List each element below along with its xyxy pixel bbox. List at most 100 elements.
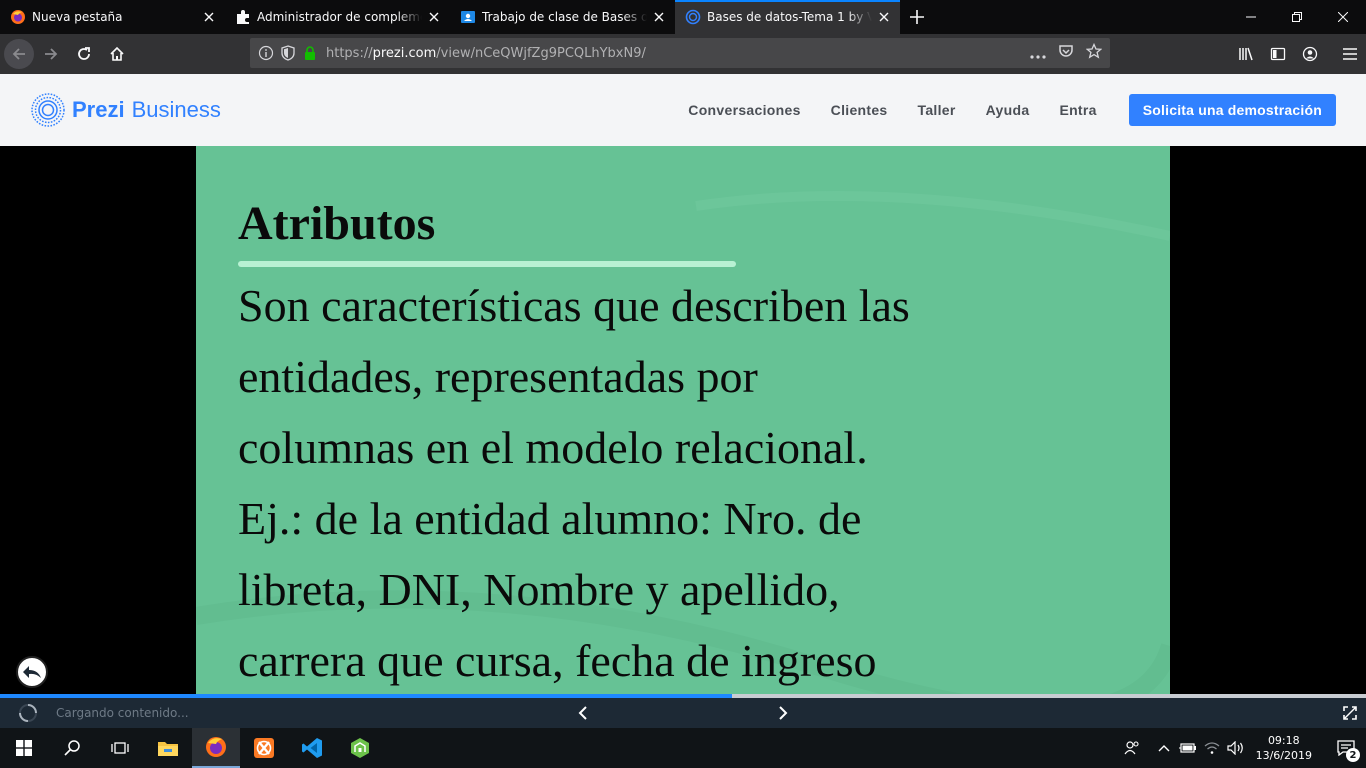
presentation-stage: Atributos Son características que descri… [0,146,1366,694]
info-icon[interactable] [258,45,274,61]
tab-administrador-complementos[interactable]: Administrador de complementos [225,0,450,34]
search-icon [64,740,80,756]
chevron-up-icon [1158,745,1170,752]
slide-line: Ej.: de la entidad alumno: Nro. de [238,493,862,544]
task-view-button[interactable] [96,728,144,768]
title-underline [238,261,736,267]
brand-name: Prezi [72,97,125,122]
search-button[interactable] [48,728,96,768]
action-center-button[interactable]: 2 [1326,728,1366,768]
account-icon [1302,46,1318,62]
tab-bases-de-datos-tema-1[interactable]: Bases de datos-Tema 1 by Víctor [675,0,900,34]
sidebar-button[interactable] [1262,38,1294,70]
close-window-button[interactable] [1320,0,1366,34]
reload-icon [78,47,90,60]
nav-clientes[interactable]: Clientes [831,102,888,118]
tab-nueva-pestana[interactable]: Nueva pestaña [0,0,225,34]
page-actions-icon[interactable] [1030,44,1046,63]
tab-label: Trabajo de clase de Bases de Datos [482,10,647,24]
taskbar-xampp[interactable] [240,728,288,768]
menu-button[interactable] [1334,38,1366,70]
tab-trabajo-de-clase[interactable]: Trabajo de clase de Bases de Datos [450,0,675,34]
loading-text: Cargando contenido... [56,706,189,720]
previous-step-button[interactable] [573,703,593,723]
puzzle-icon [235,9,251,25]
url-bar[interactable]: https://prezi.com/view/nCeQWjfZg9PCQLhYb… [250,38,1110,68]
bookmark-star-icon[interactable] [1085,42,1103,63]
return-arrow-icon [23,666,41,678]
back-arrow-icon [12,48,25,60]
library-icon [1239,47,1253,61]
prezi-nav: Conversaciones Clientes Taller Ayuda Ent… [688,74,1366,146]
fullscreen-icon [1343,706,1357,720]
url-actions [1030,42,1103,63]
slide-line: carrera que cursa, fecha de ingreso [238,635,877,686]
nav-ayuda[interactable]: Ayuda [986,102,1030,118]
nav-entra[interactable]: Entra [1059,102,1096,118]
people-icon [1124,741,1139,755]
restore-icon [1292,12,1302,22]
nav-conversaciones[interactable]: Conversaciones [688,102,800,118]
slide-line: libreta, DNI, Nombre y apellido, [238,564,840,615]
forward-button[interactable] [35,38,67,70]
lock-icon[interactable] [302,45,318,61]
request-demo-button[interactable]: Solicita una demostración [1128,94,1336,126]
close-icon[interactable] [651,9,667,25]
fullscreen-button[interactable] [1340,703,1360,723]
battery-icon [1178,743,1196,753]
show-hidden-icons-button[interactable] [1152,728,1176,768]
slide[interactable]: Atributos Son características que descri… [196,146,1170,694]
library-button[interactable] [1230,38,1262,70]
loading-spinner-icon [19,704,37,722]
taskbar-vscode[interactable] [288,728,336,768]
new-tab-button[interactable] [900,0,934,34]
close-icon[interactable] [426,9,442,25]
nav-taller[interactable]: Taller [918,102,956,118]
prezi-business-logo[interactable]: Prezi Business [30,92,221,128]
return-button[interactable] [16,656,48,688]
taskbar-firefox[interactable] [192,728,240,768]
tab-label: Administrador de complementos [257,10,422,24]
file-explorer-icon [158,742,178,756]
url-text[interactable]: https://prezi.com/view/nCeQWjfZg9PCQLhYb… [326,46,646,61]
notification-count: 2 [1346,748,1360,762]
chevron-left-icon [578,706,587,720]
system-tray: 09:18 13/6/2019 2 [1116,728,1366,768]
vscode-icon [302,738,322,758]
pocket-icon[interactable] [1058,43,1074,63]
start-button[interactable] [0,728,48,768]
slide-line: columnas en el modelo relacional. [238,422,868,473]
next-step-button[interactable] [773,703,793,723]
close-icon[interactable] [876,9,892,25]
slide-body: Son características que describen las en… [238,270,1138,694]
shield-icon[interactable] [280,45,296,61]
clock-time: 09:18 [1267,734,1300,747]
slide-title: Atributos [238,197,436,250]
restore-button[interactable] [1274,0,1320,34]
screen: Nueva pestaña Administrador de complemen… [0,0,1366,768]
tab-label: Bases de datos-Tema 1 by Víctor [707,10,872,24]
plus-icon [910,10,924,24]
volume-button[interactable] [1224,728,1248,768]
browser-nav-bar: https://prezi.com/view/nCeQWjfZg9PCQLhYb… [0,34,1366,74]
slide-line: Son características que describen las [238,280,910,331]
close-icon [1338,12,1348,22]
close-icon[interactable] [201,9,217,25]
battery-button[interactable] [1176,728,1200,768]
xampp-icon [254,738,274,758]
account-button[interactable] [1294,38,1326,70]
reload-button[interactable] [68,38,100,70]
network-button[interactable] [1200,728,1224,768]
people-button[interactable] [1116,728,1148,768]
home-button[interactable] [101,38,133,70]
taskbar-file-explorer[interactable] [144,728,192,768]
url-scheme: https:// [326,45,373,61]
back-button[interactable] [4,39,34,69]
window-controls [1228,0,1366,34]
node-icon [351,738,369,758]
taskbar-node[interactable] [336,728,384,768]
minimize-button[interactable] [1228,0,1274,34]
prezi-header: Prezi Business Conversaciones Clientes T… [0,74,1366,146]
slide-line: entidades, representadas por [238,351,758,402]
clock[interactable]: 09:18 13/6/2019 [1256,733,1312,763]
